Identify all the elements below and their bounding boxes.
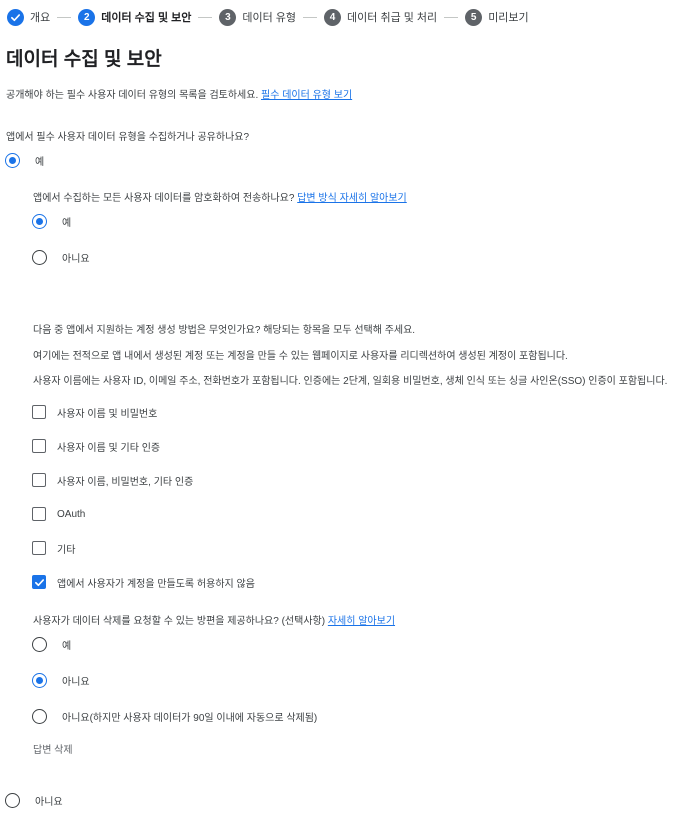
intro-description: 공개해야 하는 필수 사용자 데이터 유형의 목록을 검토하세요. xyxy=(6,90,259,101)
step-label: 미리보기 xyxy=(488,12,529,24)
step-label: 데이터 취급 및 처리 xyxy=(347,12,438,24)
option-label: 아니요(하지만 사용자 데이터가 90일 이내에 자동으로 삭제됨) xyxy=(62,712,318,724)
deletion-no-option[interactable]: 아니요 xyxy=(32,672,90,688)
step-divider xyxy=(198,16,213,18)
option-label: OAuth xyxy=(57,508,86,520)
account-question: 다음 중 앱에서 지원하는 계정 생성 방법은 무엇인가요? 해당되는 항목을 … xyxy=(33,325,416,336)
deletion-yes-option[interactable]: 예 xyxy=(32,636,71,652)
deletion-question-text: 사용자가 데이터 삭제를 요청할 수 있는 방편을 제공하나요? (선택사항) xyxy=(33,616,326,627)
deletion-question: 사용자가 데이터 삭제를 요청할 수 있는 방편을 제공하나요? (선택사항) … xyxy=(33,612,395,627)
account-option-username-password[interactable]: 사용자 이름 및 비밀번호 xyxy=(32,404,157,420)
step-label: 개요 xyxy=(30,12,51,24)
collect-yes-radio[interactable] xyxy=(5,152,20,168)
checkbox[interactable] xyxy=(32,439,46,453)
option-label: 아니요 xyxy=(35,796,63,808)
encrypt-question-text: 앱에서 수집하는 모든 사용자 데이터를 암호화하여 전송하나요? xyxy=(33,193,295,204)
intro-text: 공개해야 하는 필수 사용자 데이터 유형의 목록을 검토하세요. 필수 데이터… xyxy=(6,86,352,101)
option-label: 사용자 이름 및 기타 인증 xyxy=(57,442,161,454)
check-icon xyxy=(34,578,44,586)
step-label: 데이터 유형 xyxy=(242,12,297,24)
checkbox[interactable] xyxy=(32,575,46,589)
encrypt-yes-radio[interactable] xyxy=(32,213,47,229)
account-note-2: 사용자 이름에는 사용자 ID, 이메일 주소, 전화번호가 포함됩니다. 인증… xyxy=(33,376,668,387)
step-divider xyxy=(57,16,72,18)
deletion-yes-radio[interactable] xyxy=(32,636,47,652)
checkbox[interactable] xyxy=(32,473,46,487)
step-overview[interactable]: 개요 xyxy=(7,8,51,26)
encrypt-yes-option[interactable]: 예 xyxy=(32,213,71,229)
collect-no-radio[interactable] xyxy=(5,792,20,808)
step-number: 5 xyxy=(465,8,483,26)
option-label: 앱에서 사용자가 계정을 만들도록 허용하지 않음 xyxy=(57,578,255,590)
page-title: 데이터 수집 및 보안 xyxy=(6,49,162,70)
clear-answer-button[interactable]: 답변 삭제 xyxy=(33,741,73,756)
account-option-oauth[interactable]: OAuth xyxy=(32,506,85,522)
step-data-types[interactable]: 3 데이터 유형 xyxy=(219,8,297,26)
option-label: 아니요 xyxy=(62,676,90,688)
check-icon xyxy=(7,8,24,26)
checkbox[interactable] xyxy=(32,507,46,521)
step-divider xyxy=(303,16,318,18)
option-label: 아니요 xyxy=(62,253,90,265)
encrypt-no-radio[interactable] xyxy=(32,249,47,265)
collect-yes-option[interactable]: 예 xyxy=(5,152,44,168)
progress-stepper: 개요 2 데이터 수집 및 보안 3 데이터 유형 4 데이터 취급 및 처리 … xyxy=(7,7,529,27)
step-data-collection[interactable]: 2 데이터 수집 및 보안 xyxy=(78,8,192,26)
required-data-types-link[interactable]: 필수 데이터 유형 보기 xyxy=(261,90,352,101)
option-label: 기타 xyxy=(57,544,76,556)
step-preview[interactable]: 5 미리보기 xyxy=(465,8,529,26)
encrypt-question: 앱에서 수집하는 모든 사용자 데이터를 암호화하여 전송하나요? 답변 방식 … xyxy=(33,189,407,204)
step-number: 2 xyxy=(78,8,96,26)
step-data-handling[interactable]: 4 데이터 취급 및 처리 xyxy=(324,8,438,26)
option-label: 사용자 이름, 비밀번호, 기타 인증 xyxy=(57,476,194,488)
deletion-auto-radio[interactable] xyxy=(32,708,47,724)
checkbox[interactable] xyxy=(32,541,46,555)
collect-no-option[interactable]: 아니요 xyxy=(5,792,63,808)
checkbox[interactable] xyxy=(32,405,46,419)
account-option-no-accounts[interactable]: 앱에서 사용자가 계정을 만들도록 허용하지 않음 xyxy=(32,574,255,590)
collect-question: 앱에서 필수 사용자 데이터 유형을 수집하거나 공유하나요? xyxy=(6,132,250,143)
deletion-no-radio[interactable] xyxy=(32,672,47,688)
step-number: 3 xyxy=(219,8,237,26)
step-label: 데이터 수집 및 보안 xyxy=(101,12,192,24)
account-option-username-other-auth[interactable]: 사용자 이름 및 기타 인증 xyxy=(32,438,160,454)
step-divider xyxy=(444,16,459,18)
option-label: 사용자 이름 및 비밀번호 xyxy=(57,408,158,420)
account-option-other[interactable]: 기타 xyxy=(32,540,75,556)
deletion-auto-option[interactable]: 아니요(하지만 사용자 데이터가 90일 이내에 자동으로 삭제됨) xyxy=(32,708,317,724)
encrypt-no-option[interactable]: 아니요 xyxy=(32,249,90,265)
answer-guide-link[interactable]: 답변 방식 자세히 알아보기 xyxy=(297,193,407,204)
account-note-1: 여기에는 전적으로 앱 내에서 생성된 계정 또는 계정을 만들 수 있는 웹페… xyxy=(33,351,568,362)
account-option-username-password-other[interactable]: 사용자 이름, 비밀번호, 기타 인증 xyxy=(32,472,193,488)
option-label: 예 xyxy=(62,217,72,229)
option-label: 예 xyxy=(35,156,45,168)
learn-more-link[interactable]: 자세히 알아보기 xyxy=(328,616,395,627)
step-number: 4 xyxy=(324,8,342,26)
option-label: 예 xyxy=(62,640,72,652)
